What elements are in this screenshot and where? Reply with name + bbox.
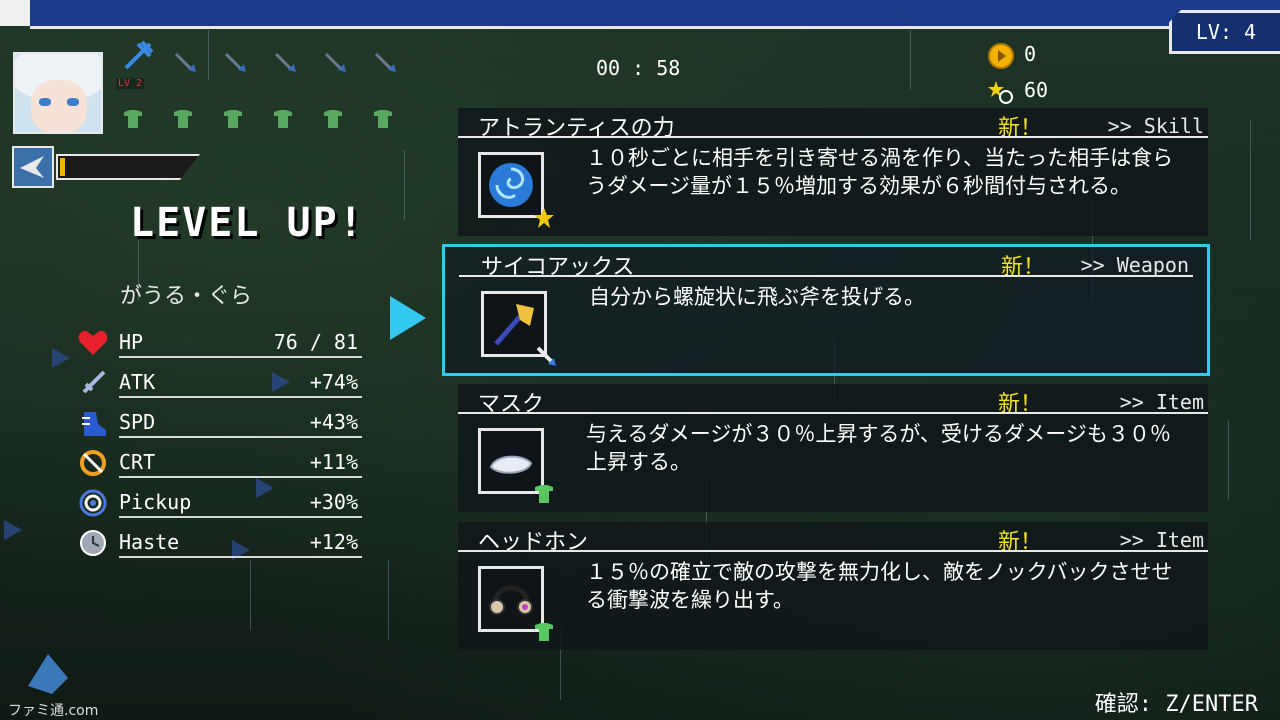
upgrade-description: 自分から螺旋状に飛ぶ斧を投げる。 bbox=[589, 285, 925, 309]
watermark: ファミ通.com bbox=[8, 703, 99, 719]
upgrade-type: >> Item bbox=[1119, 528, 1204, 552]
whirlpool-icon bbox=[489, 163, 533, 207]
empty-item-slot-icon bbox=[222, 108, 244, 130]
empty-weapon-slot-icon bbox=[172, 50, 200, 78]
stat-value: +74% bbox=[309, 370, 358, 394]
game-timer: 00 : 58 bbox=[596, 56, 681, 80]
weapon-level-label: LV 2 bbox=[116, 78, 145, 89]
headphones-icon bbox=[489, 585, 533, 615]
stat-row-haste: Haste +12% bbox=[76, 524, 362, 560]
card-divider bbox=[458, 550, 1208, 552]
stat-label: Pickup bbox=[119, 490, 192, 514]
top-bar bbox=[30, 0, 1280, 29]
empty-item-slot-icon bbox=[122, 108, 144, 130]
stat-label: ATK bbox=[119, 370, 156, 394]
coin-count: 0 bbox=[1024, 42, 1037, 66]
enemy-marker bbox=[4, 520, 22, 540]
upgrade-choice-card-selected[interactable]: サイコアックス 新！ >> Weapon 自分から螺旋状に飛ぶ斧を投げる。 bbox=[442, 244, 1210, 376]
stat-divider bbox=[119, 436, 362, 438]
character-name: がうる・ぐら bbox=[120, 284, 253, 309]
crit-icon bbox=[76, 448, 110, 478]
upgrade-type: >> Skill bbox=[1107, 114, 1204, 138]
portrait-eye bbox=[39, 98, 51, 106]
stat-row-spd: SPD +43% bbox=[76, 404, 362, 440]
upgrade-icon-frame bbox=[481, 291, 556, 366]
upgrade-icon-frame bbox=[478, 428, 553, 503]
upgrade-icon-frame bbox=[478, 152, 554, 228]
empty-item-slot-icon bbox=[322, 108, 344, 130]
portrait-eye bbox=[67, 98, 79, 106]
upgrade-type: >> Item bbox=[1119, 390, 1204, 414]
stat-divider bbox=[119, 556, 362, 558]
stat-value: +11% bbox=[309, 450, 358, 474]
exp-bar bbox=[56, 154, 200, 180]
player-level-text: LV: 4 bbox=[1195, 20, 1257, 44]
weapon-badge-icon bbox=[536, 346, 556, 366]
stat-label: CRT bbox=[119, 450, 156, 474]
stat-row-pickup: Pickup +30% bbox=[76, 484, 362, 520]
upgrade-description: 与えるダメージが３０％上昇するが、受けるダメージも３０％上昇する。 bbox=[586, 422, 1171, 474]
top-bar-cap bbox=[0, 0, 30, 26]
shark-exp-icon bbox=[12, 146, 54, 188]
stat-value: +30% bbox=[309, 490, 358, 514]
upgrade-choice-card[interactable]: マスク 新！ >> Item 与えるダメージが３０％上昇するが、受けるダメージも… bbox=[458, 384, 1208, 512]
axe-icon bbox=[494, 304, 534, 346]
upgrade-choice-card[interactable]: アトランティスの力 新！ >> Skill １０秒ごとに相手を引き寄せる渦を作り… bbox=[458, 108, 1208, 236]
magnet-icon bbox=[76, 488, 110, 518]
player-level-badge: LV: 4 bbox=[1169, 10, 1280, 54]
star-badge-icon bbox=[534, 208, 554, 228]
heart-icon bbox=[76, 328, 110, 358]
clock-icon bbox=[76, 528, 110, 558]
trident-weapon-icon bbox=[122, 38, 154, 70]
empty-weapon-slot-icon bbox=[272, 50, 300, 78]
mask-icon bbox=[489, 455, 533, 474]
card-divider bbox=[459, 275, 1193, 277]
upgrade-description: １５％の確立で敵の攻撃を無力化し、敵をノックバックさせせる衝撃波を繰り出す。 bbox=[586, 560, 1173, 612]
card-divider bbox=[458, 136, 1208, 138]
boot-icon bbox=[76, 408, 110, 438]
empty-weapon-slot-icon bbox=[372, 50, 400, 78]
upgrade-description: １０秒ごとに相手を引き寄せる渦を作り、当たった相手は食らうダメージ量が１５％増加… bbox=[586, 146, 1174, 198]
upgrade-choice-card[interactable]: ヘッドホン 新！ >> Item １５％の確立で敵の攻撃を無力化し、敵をノックバ… bbox=[458, 522, 1208, 650]
stat-divider bbox=[119, 396, 362, 398]
stat-divider bbox=[119, 356, 362, 358]
stat-divider bbox=[119, 476, 362, 478]
stat-value: +43% bbox=[309, 410, 358, 434]
coin-counter: 0 bbox=[988, 42, 1036, 69]
exp-bar-fill bbox=[60, 158, 65, 176]
level-up-title: LEVEL UP! bbox=[130, 200, 365, 246]
sword-icon bbox=[76, 368, 110, 398]
empty-item-slot-icon bbox=[372, 108, 394, 130]
stat-row-hp: HP 76 / 81 bbox=[76, 324, 362, 360]
card-divider bbox=[458, 412, 1208, 414]
coin-icon bbox=[988, 42, 1014, 69]
portrait-face bbox=[31, 80, 87, 132]
empty-item-slot-icon bbox=[172, 108, 194, 130]
stat-divider bbox=[119, 516, 362, 518]
upgrade-icon-frame bbox=[478, 566, 553, 641]
stat-row-crt: CRT +11% bbox=[76, 444, 362, 480]
selection-arrow-icon bbox=[390, 296, 426, 340]
item-badge-icon bbox=[535, 485, 553, 503]
empty-item-slot-icon bbox=[272, 108, 294, 130]
stat-value: 76 / 81 bbox=[273, 330, 358, 354]
stat-row-atk: ATK +74% bbox=[76, 364, 362, 400]
enemy-marker bbox=[52, 348, 70, 368]
stat-label: SPD bbox=[119, 410, 156, 434]
item-badge-icon bbox=[535, 623, 553, 641]
kill-count: 60 bbox=[1024, 78, 1049, 102]
stat-label: HP bbox=[119, 330, 144, 354]
stat-label: Haste bbox=[119, 530, 180, 554]
empty-weapon-slot-icon bbox=[222, 50, 250, 78]
confirm-hint: 確認: Z/ENTER bbox=[1094, 692, 1258, 717]
kill-star-icon bbox=[988, 79, 1014, 105]
kill-counter: 60 bbox=[988, 78, 1048, 105]
stat-value: +12% bbox=[309, 530, 358, 554]
empty-weapon-slot-icon bbox=[322, 50, 350, 78]
character-portrait bbox=[13, 52, 103, 134]
upgrade-type: >> Weapon bbox=[1080, 253, 1189, 277]
